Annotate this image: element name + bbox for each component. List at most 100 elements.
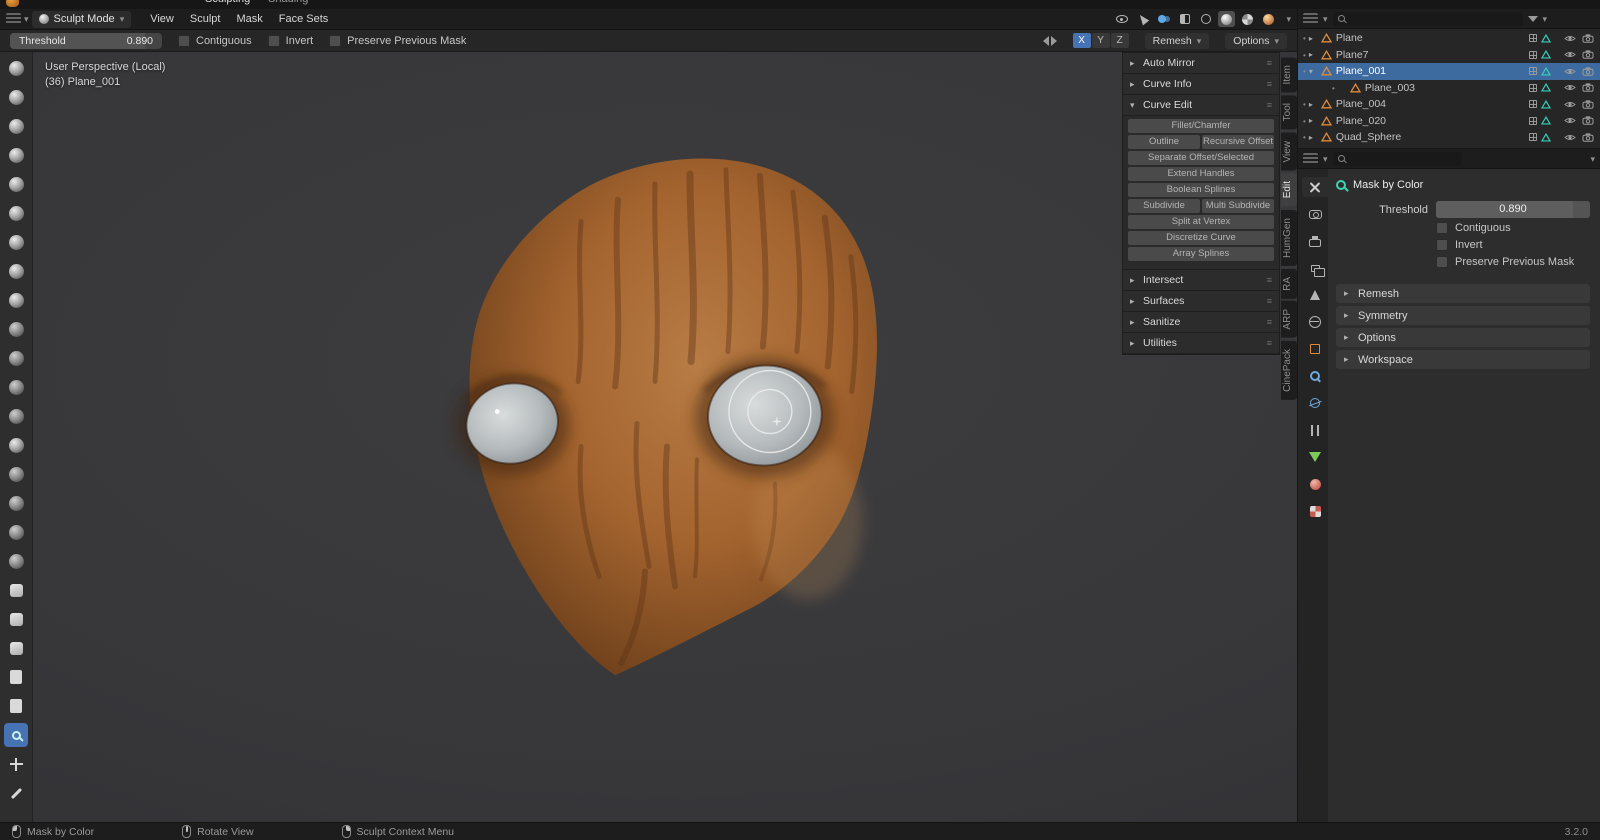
tool-nudge[interactable] (4, 607, 28, 631)
shading-solid-icon[interactable] (1218, 11, 1236, 27)
visibility-dropdown-icon[interactable] (1113, 11, 1130, 27)
filter-caret-icon[interactable] (1543, 13, 1548, 25)
camera-icon[interactable] (1582, 116, 1594, 125)
disclosure-arrow[interactable]: ▸ (1344, 354, 1352, 365)
eye-icon[interactable] (1564, 100, 1576, 109)
tool-layer[interactable] (4, 201, 28, 225)
outliner-editor-caret-icon[interactable] (1323, 13, 1328, 25)
tab-material[interactable] (1302, 474, 1328, 494)
shading-wireframe-icon[interactable] (1197, 11, 1214, 27)
tab-object[interactable] (1302, 339, 1328, 359)
outliner-row[interactable]: ▸ Quad_Sphere (1298, 129, 1600, 146)
blender-logo-icon[interactable] (6, 0, 19, 7)
disclosure-arrow[interactable]: ▸ (1344, 332, 1352, 343)
threshold-slider[interactable]: Threshold 0.890 (10, 32, 162, 49)
editor-type-icon[interactable] (6, 13, 21, 25)
menu-item[interactable]: Mask (228, 11, 270, 27)
tab-tool[interactable] (1302, 177, 1328, 197)
tab-constraints[interactable] (1302, 420, 1328, 440)
curve-edit-section-header[interactable]: ▾ Curve Edit (1123, 95, 1279, 116)
tool-grab[interactable] (4, 462, 28, 486)
object-name[interactable]: Quad_Sphere (1336, 131, 1401, 143)
eye-icon[interactable] (1564, 133, 1576, 142)
editor-type-caret-icon[interactable] (24, 13, 29, 25)
checkbox[interactable] (1436, 256, 1448, 268)
tool-blob[interactable] (4, 259, 28, 283)
remesh-dropdown[interactable]: Remesh (1144, 32, 1210, 49)
tool-flatten[interactable] (4, 346, 28, 370)
mode-dropdown[interactable]: Sculpt Mode (31, 10, 132, 28)
checkbox[interactable] (1436, 222, 1448, 234)
sidebar-tab[interactable]: RA (1281, 268, 1297, 299)
outliner-row[interactable]: ▸ Plane (1298, 30, 1600, 47)
object-name[interactable]: Plane (1336, 32, 1363, 44)
viewport-3d[interactable]: User Perspective (Local) (36) Plane_001 (33, 52, 1297, 822)
tool-rotate[interactable] (4, 636, 28, 660)
disclosure-arrow[interactable]: ▸ (1130, 79, 1138, 90)
sidebar-tab[interactable]: HumGen (1281, 209, 1297, 266)
sidebar-section-header[interactable]: ▸ Utilities (1123, 333, 1279, 354)
outliner-row[interactable]: ▾ Plane_001 (1298, 63, 1600, 80)
eye-icon[interactable] (1564, 67, 1576, 76)
object-name[interactable]: Plane_001 (1336, 65, 1386, 77)
tool-pose[interactable] (4, 578, 28, 602)
panel-grip-icon[interactable] (1267, 78, 1272, 90)
tool-clay-thumb[interactable] (4, 172, 28, 196)
workspace-tab-sculpting[interactable]: Sculpting (205, 0, 250, 5)
sidebar-section-header[interactable]: ▸ Surfaces (1123, 291, 1279, 312)
tool-smooth[interactable] (4, 317, 28, 341)
menu-item[interactable]: Face Sets (271, 11, 337, 27)
object-name[interactable]: Plane7 (1336, 49, 1369, 61)
tab-texture[interactable] (1302, 501, 1328, 521)
panel-grip-icon[interactable] (1267, 316, 1272, 328)
disclosure-arrow[interactable]: ▸ (1130, 338, 1138, 349)
curve-edit-button[interactable]: Boolean Splines (1128, 183, 1274, 197)
menu-item[interactable]: View (142, 11, 182, 27)
tool-annotate[interactable] (4, 781, 28, 805)
camera-icon[interactable] (1582, 133, 1594, 142)
disclosure-arrow[interactable]: ▾ (1309, 67, 1318, 76)
overlays-icon[interactable] (1155, 11, 1172, 27)
tool-move[interactable] (4, 752, 28, 776)
checkbox[interactable] (267, 34, 280, 47)
properties-section-header[interactable]: ▸ Remesh (1336, 284, 1590, 303)
checkbox[interactable] (178, 34, 190, 47)
disclosure-arrow[interactable]: ▸ (1130, 317, 1138, 328)
tool-clay[interactable] (4, 114, 28, 138)
curve-edit-button[interactable]: Array Splines (1128, 247, 1274, 261)
object-name[interactable]: Plane_004 (1336, 98, 1386, 110)
tool-snake-hook[interactable] (4, 520, 28, 544)
curve-edit-button[interactable]: Subdivide (1128, 199, 1200, 213)
disclosure-arrow[interactable]: ▸ (1130, 275, 1138, 286)
curve-edit-button[interactable]: Multi Subdivide (1202, 199, 1274, 213)
shading-dropdown-caret-icon[interactable] (1286, 13, 1291, 25)
properties-editor-caret-icon[interactable] (1323, 153, 1328, 165)
eye-icon[interactable] (1564, 50, 1576, 59)
tab-object-data[interactable] (1302, 447, 1328, 467)
shading-material-icon[interactable] (1239, 11, 1256, 27)
xray-icon[interactable] (1176, 11, 1193, 27)
properties-section-header[interactable]: ▸ Symmetry (1336, 306, 1590, 325)
panel-grip-icon[interactable] (1267, 295, 1272, 307)
tool-crease[interactable] (4, 288, 28, 312)
disclosure-arrow[interactable]: ▸ (1344, 310, 1352, 321)
tab-view-layer[interactable] (1302, 258, 1328, 278)
sidebar-section-header[interactable]: ▸ Auto Mirror (1123, 53, 1279, 74)
disclosure-arrow[interactable]: ▸ (1309, 116, 1318, 125)
panel-grip-icon[interactable] (1267, 337, 1272, 349)
camera-icon[interactable] (1582, 100, 1594, 109)
properties-section-header[interactable]: ▸ Options (1336, 328, 1590, 347)
tool-mask[interactable] (4, 694, 28, 718)
menu-item[interactable]: Sculpt (182, 11, 229, 27)
outliner-row[interactable]: ▸ Plane_020 (1298, 113, 1600, 130)
disclosure-arrow[interactable]: ▸ (1309, 133, 1318, 142)
disclosure-arrow[interactable]: ▸ (1130, 58, 1138, 69)
tab-output[interactable] (1302, 231, 1328, 251)
sidebar-section-header[interactable]: ▸ Curve Info (1123, 74, 1279, 95)
mirror-axis-toggle[interactable]: X (1072, 33, 1091, 48)
tool-scrape[interactable] (4, 404, 28, 428)
disclosure-arrow[interactable]: ▾ (1130, 100, 1138, 111)
sidebar-tab[interactable]: Tool (1281, 95, 1297, 130)
panel-grip-icon[interactable] (1267, 274, 1272, 286)
eye-icon[interactable] (1564, 116, 1576, 125)
